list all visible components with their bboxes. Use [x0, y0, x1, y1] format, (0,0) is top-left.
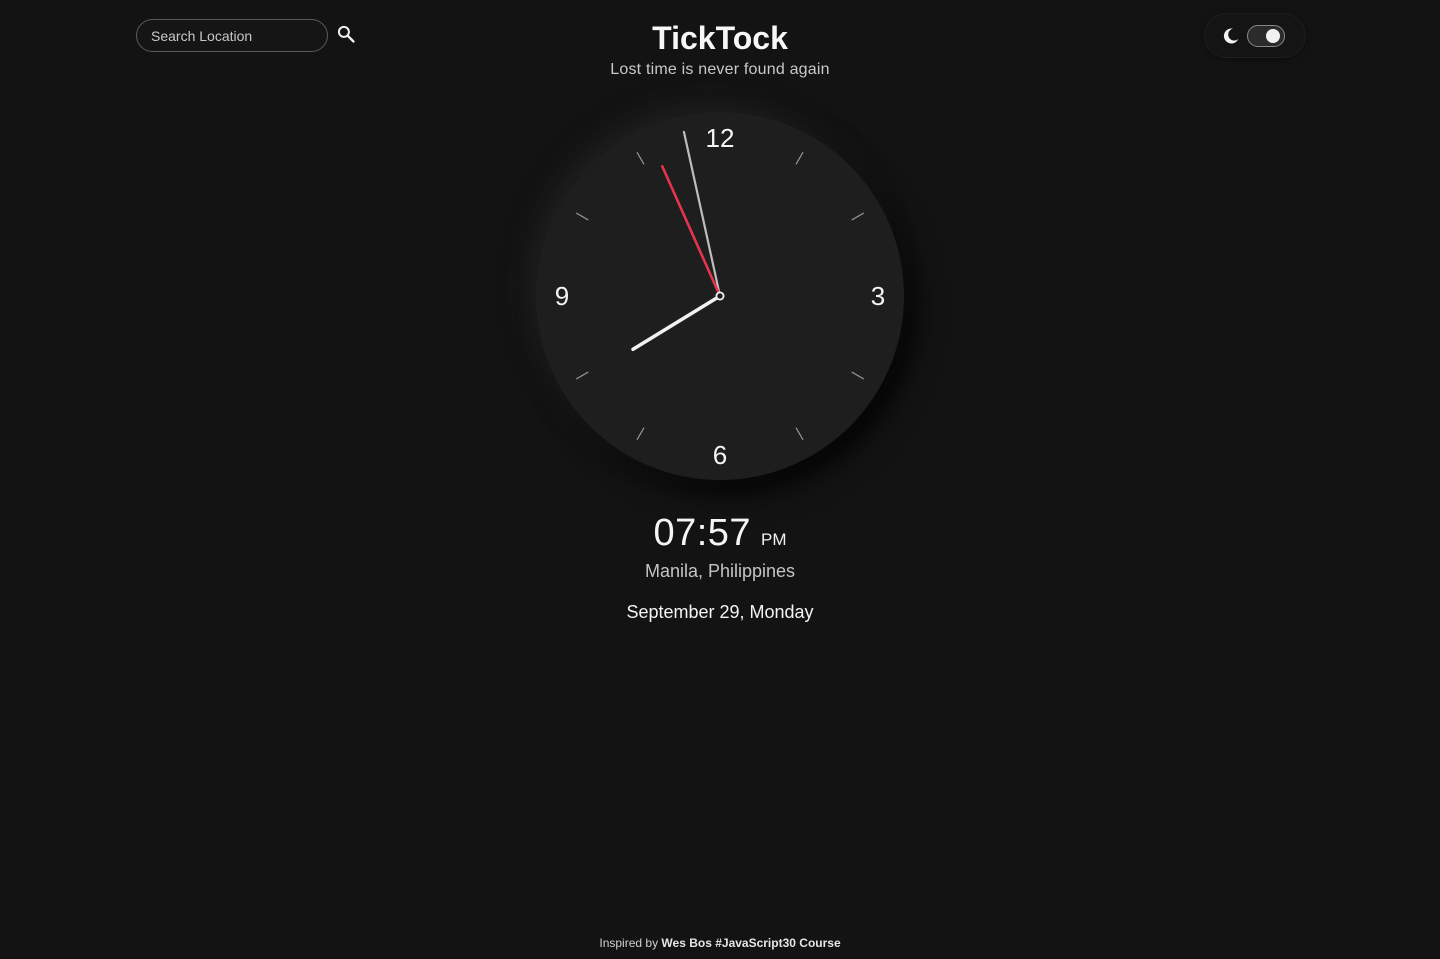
moon-icon	[1223, 27, 1239, 43]
digital-readout: 07:57 PM Manila, Philippines September 2…	[0, 512, 1440, 623]
date-label: September 29, Monday	[626, 602, 814, 622]
digital-time: 07:57 PM	[653, 512, 786, 555]
dark-mode-switch[interactable]	[1247, 24, 1285, 47]
footer-credit-link[interactable]: Wes Bos #JavaScript30 Course	[661, 936, 840, 950]
tick-mark-2	[851, 212, 865, 221]
tick-mark-4	[851, 371, 865, 380]
clock-face: 12 3 6 9	[555, 123, 885, 470]
tick-mark-11	[636, 151, 645, 165]
numeral-3: 3	[871, 281, 885, 311]
footer: Inspired by Wes Bos #JavaScript30 Course	[0, 936, 1440, 950]
numeral-9: 9	[555, 281, 569, 311]
footer-prefix: Inspired by	[599, 936, 659, 950]
theme-toggle	[1205, 14, 1305, 57]
tick-mark-5	[795, 427, 804, 441]
app-root: TickTock Lost time is never found again …	[0, 0, 1440, 959]
tagline: Lost time is never found again	[610, 61, 830, 78]
switch-knob	[1266, 28, 1280, 43]
hour-hand	[631, 294, 722, 352]
minute-hand	[682, 130, 722, 298]
tick-mark-7	[636, 427, 645, 441]
tick-mark-1	[795, 151, 804, 165]
time-ampm: PM	[761, 530, 787, 549]
clock-center-pin	[715, 291, 725, 301]
second-hand	[660, 164, 722, 298]
time-value: 07:57	[653, 512, 752, 554]
tick-mark-8	[575, 371, 589, 380]
analog-clock: 12 3 6 9	[536, 112, 904, 480]
tick-mark-10	[575, 212, 589, 221]
numeral-12: 12	[706, 123, 735, 153]
location-label: Manila, Philippines	[644, 561, 796, 581]
numeral-6: 6	[713, 440, 727, 470]
